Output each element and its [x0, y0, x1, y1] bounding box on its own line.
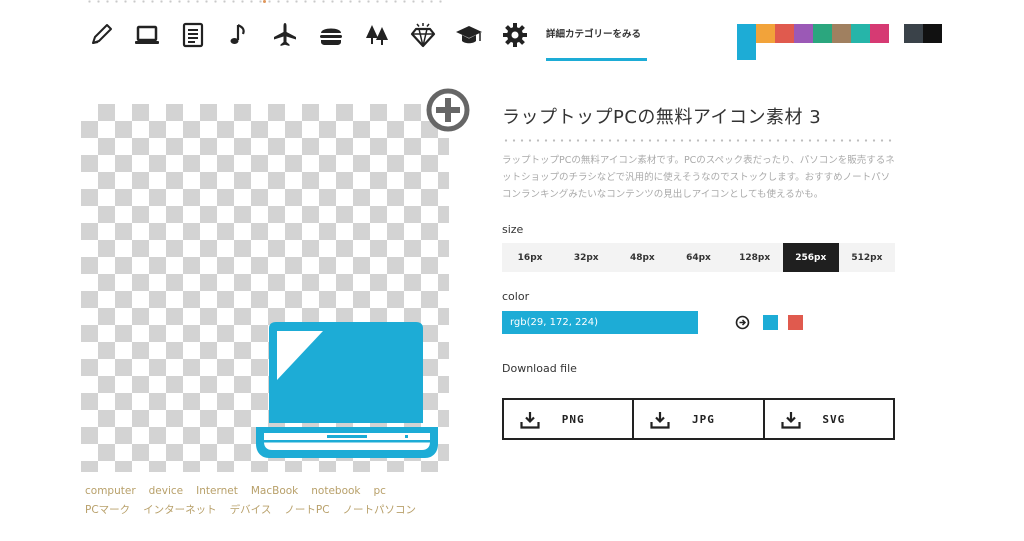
category-nav: 詳細カテゴリーをみる	[84, 15, 647, 61]
download-buttons: PNG JPG SVG	[502, 398, 895, 440]
download-png-button[interactable]: PNG	[504, 400, 635, 438]
download-jpg-button[interactable]: JPG	[634, 400, 765, 438]
icon-description: ラップトップPCの無料アイコン素材です。PCのスペック表だったり、パソコンを販売…	[502, 155, 895, 200]
palette-swatch-pink[interactable]	[870, 24, 889, 43]
tag[interactable]: Internet	[196, 485, 238, 497]
color-label: color	[502, 290, 530, 303]
size-option-256[interactable]: 256px	[782, 243, 839, 272]
color-input[interactable]	[502, 311, 698, 334]
size-option-32[interactable]: 32px	[558, 243, 614, 272]
size-option-48[interactable]: 48px	[614, 243, 670, 272]
palette-swatch-red[interactable]	[775, 24, 794, 43]
tag[interactable]: PCマーク	[85, 504, 130, 516]
size-option-64[interactable]: 64px	[670, 243, 726, 272]
download-label: Download file	[502, 362, 577, 375]
size-option-512[interactable]: 512px	[839, 243, 895, 272]
palette-swatch-blue[interactable]	[737, 24, 756, 60]
palette-swatch-black[interactable]	[923, 24, 942, 43]
color-palette-dark	[904, 24, 942, 43]
graduation-cap-icon[interactable]	[452, 18, 486, 52]
download-svg-button[interactable]: SVG	[765, 400, 893, 438]
tag[interactable]: MacBook	[251, 485, 298, 497]
laptop-preview-icon	[256, 322, 438, 458]
color-palette	[737, 24, 889, 60]
music-note-icon[interactable]	[222, 18, 256, 52]
color-swatch-blue[interactable]	[763, 315, 778, 330]
tag[interactable]: computer	[85, 485, 136, 497]
size-option-16[interactable]: 16px	[502, 243, 558, 272]
download-svg-label: SVG	[822, 412, 846, 426]
tag[interactable]: ノートPC	[284, 504, 329, 516]
title-divider	[502, 139, 894, 142]
palette-swatch-green[interactable]	[813, 24, 832, 43]
tag[interactable]: device	[149, 485, 184, 497]
download-png-label: PNG	[561, 412, 585, 426]
download-icon	[520, 412, 540, 429]
circle-arrow-icon[interactable]	[735, 315, 750, 330]
tag-list: computer device Internet MacBook notebook pc …	[85, 482, 445, 520]
tag[interactable]: pc	[374, 485, 386, 497]
icon-title: ラップトップPCの無料アイコン素材 3	[502, 107, 822, 128]
tag[interactable]: ノートパソコン	[343, 504, 417, 516]
tag[interactable]: notebook	[311, 485, 360, 497]
notebook-icon[interactable]	[176, 18, 210, 52]
category-detail-link[interactable]: 詳細カテゴリーをみる	[546, 26, 647, 61]
palette-swatch-slate[interactable]	[904, 24, 923, 43]
diamond-icon[interactable]	[406, 18, 440, 52]
size-option-128[interactable]: 128px	[727, 243, 783, 272]
tag[interactable]: デバイス	[230, 504, 272, 516]
trees-icon[interactable]	[360, 18, 394, 52]
airplane-icon[interactable]	[268, 18, 302, 52]
palette-swatch-teal[interactable]	[851, 24, 870, 43]
gear-icon[interactable]	[498, 18, 532, 52]
palette-swatch-orange[interactable]	[756, 24, 775, 43]
tag[interactable]: インターネット	[143, 504, 217, 516]
zoom-plus-icon[interactable]	[425, 87, 471, 133]
burger-icon[interactable]	[314, 18, 348, 52]
palette-swatch-brown[interactable]	[832, 24, 851, 43]
download-icon	[650, 412, 670, 429]
laptop-icon[interactable]	[130, 18, 164, 52]
color-swatch-red[interactable]	[788, 315, 803, 330]
top-dotted-border	[85, 0, 445, 3]
palette-swatch-purple[interactable]	[794, 24, 813, 43]
size-selector: 16px 32px 48px 64px 128px 256px 512px	[502, 243, 895, 272]
size-label: size	[502, 223, 524, 236]
download-icon	[781, 412, 801, 429]
icon-preview	[81, 104, 449, 472]
pencil-icon[interactable]	[84, 18, 118, 52]
download-jpg-label: JPG	[692, 412, 715, 426]
